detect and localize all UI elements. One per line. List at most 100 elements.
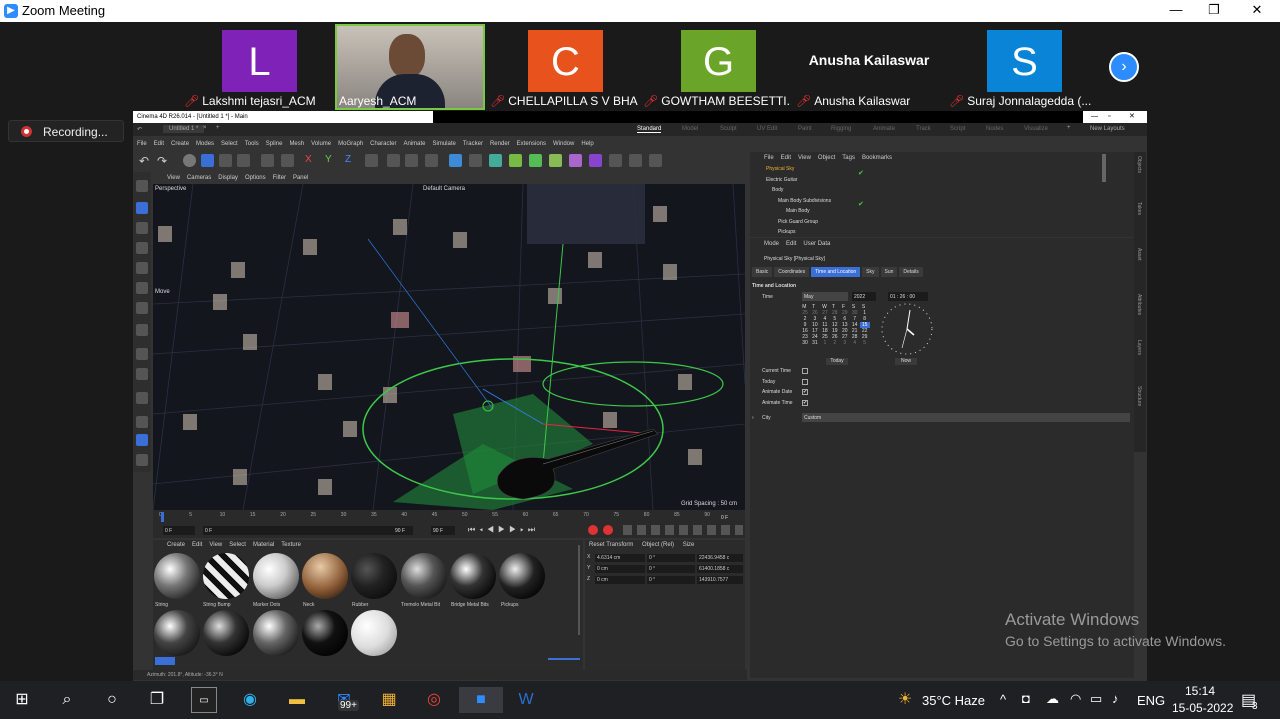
grid-icon[interactable] (136, 416, 148, 428)
meet-icon[interactable]: ◘ (1022, 691, 1030, 706)
menu-tools[interactable]: Tools (245, 141, 259, 147)
view-toggle[interactable] (155, 657, 175, 665)
coord-system-icon[interactable] (365, 154, 378, 167)
checkbox-row[interactable]: Animate Date ✔ (762, 389, 808, 400)
checkbox-row[interactable]: Animate Time ✔ (762, 399, 808, 411)
object-row[interactable]: Body (754, 187, 859, 198)
axis-icon[interactable] (136, 324, 148, 336)
material-bridge[interactable] (450, 553, 496, 599)
vp-menu-options[interactable]: Options (245, 175, 266, 181)
layout-standard[interactable]: Standard (637, 126, 662, 133)
object-row[interactable]: Main Body Subdivisions (754, 198, 859, 209)
redo-icon[interactable]: ↷ (157, 154, 170, 168)
vp-menu-panel[interactable]: Panel (293, 175, 308, 181)
mat-menu-view[interactable]: View (209, 542, 222, 548)
object-row[interactable]: Physical Sky (754, 166, 859, 177)
camera-icon[interactable] (629, 154, 642, 167)
obj-menu-bookmarks[interactable]: Bookmarks (862, 155, 892, 161)
render-icon[interactable] (405, 154, 418, 167)
material-string[interactable] (154, 553, 200, 599)
maximize-button[interactable]: ❐ (1199, 2, 1229, 18)
object-row[interactable]: Pick Guard Group (754, 219, 859, 230)
minimize-button[interactable]: — (1161, 2, 1191, 17)
battery-icon[interactable]: ▭ (1090, 691, 1102, 707)
calendar-day[interactable]: 5 (860, 340, 870, 346)
mat-menu-select[interactable]: Select (229, 542, 246, 548)
layout-visualize[interactable]: Visualize (1024, 126, 1048, 132)
playhead[interactable] (161, 512, 164, 522)
x-axis-icon[interactable]: X (305, 154, 318, 167)
scale-tool-icon[interactable] (237, 154, 250, 167)
frame-right-field[interactable]: 0 F (719, 513, 743, 522)
onedrive-icon[interactable]: ☁ (1046, 691, 1059, 707)
volume-icon[interactable]: ♪ (1112, 691, 1119, 706)
playback-controls[interactable]: ⏮◂◀▶▶▸⏭ (468, 525, 539, 535)
enabled-check-icon[interactable]: ✔ (858, 169, 864, 177)
frame-end-field-2[interactable]: 90 F (431, 526, 455, 535)
side-tab[interactable]: Layers (1136, 340, 1142, 355)
floor-icon[interactable] (609, 154, 622, 167)
side-tab[interactable]: Objects (1136, 156, 1142, 173)
c4d-close[interactable]: ✕ (1129, 111, 1135, 123)
transform-tool-icon[interactable] (261, 154, 274, 167)
locked-workplane-icon[interactable] (136, 454, 148, 466)
3d-viewport[interactable]: Perspective Default Camera Move Grid Spa… (153, 184, 745, 510)
obj-menu-file[interactable]: File (764, 155, 774, 161)
calendar-day[interactable]: 3 (840, 340, 850, 346)
material-pickups[interactable] (499, 553, 545, 599)
layout-paint[interactable]: Paint (798, 126, 812, 132)
mograph-icon[interactable] (549, 154, 562, 167)
add-layout-icon[interactable]: + (1067, 125, 1071, 131)
terminal-icon[interactable]: ▭ (191, 687, 217, 713)
menu-create[interactable]: Create (171, 141, 189, 147)
menu-modes[interactable]: Modes (196, 141, 214, 147)
material-9[interactable] (154, 610, 200, 656)
frame-start-field[interactable]: 0 F (163, 526, 195, 535)
participant-tile[interactable]: L 🎤︎ Lakshmi tejasri_ACM (182, 24, 332, 110)
obj-menu-view[interactable]: View (798, 155, 811, 161)
menu-tracker[interactable]: Tracker (463, 141, 483, 147)
checkbox[interactable] (802, 378, 808, 385)
participant-tile[interactable]: G 🎤︎ GOWTHAM BEESETTI... (641, 24, 791, 110)
checkbox[interactable]: ✔ (802, 389, 808, 395)
move-tool-icon[interactable] (201, 154, 214, 167)
layout-nodes[interactable]: Nodes (986, 126, 1003, 132)
menu-volume[interactable]: Volume (311, 141, 331, 147)
c4d-minimize[interactable]: — (1091, 111, 1098, 123)
model-mode-icon[interactable] (136, 202, 148, 214)
layout-uvedit[interactable]: UV Edit (757, 126, 777, 132)
store-icon[interactable]: ▦ (376, 687, 402, 713)
field-icon[interactable] (589, 154, 602, 167)
checkbox[interactable] (802, 368, 808, 374)
calendar-day[interactable]: 31 (810, 340, 820, 346)
tab-sun[interactable]: Sun (880, 267, 898, 277)
pen-icon[interactable] (469, 154, 482, 167)
object-row[interactable]: Electric Guitar (754, 177, 859, 188)
z-axis-icon[interactable]: Z (345, 154, 358, 167)
tab-sky[interactable]: Sky (862, 267, 879, 277)
deformer-icon[interactable] (569, 154, 582, 167)
undo-icon[interactable]: ↶ (139, 154, 152, 168)
year-field[interactable]: 2022 (852, 292, 876, 301)
menu-render[interactable]: Render (490, 141, 510, 147)
layout-animate[interactable]: Animate (873, 126, 895, 132)
city-expand-icon[interactable]: › (752, 415, 754, 421)
timeline[interactable]: 051015202530354045505560657075808590 0 F… (153, 510, 745, 538)
frame-end-field[interactable]: 90 F (393, 526, 417, 535)
calendar[interactable]: M T W T F S S 25 26 27 28 29 30 1 2 3 4 5 6 7 8 9 10 11 12 13 14 15… (800, 304, 870, 346)
menu-help[interactable]: Help (581, 141, 593, 147)
material-rubber[interactable] (351, 553, 397, 599)
magnet-icon[interactable] (136, 392, 148, 404)
vp-menu-filter[interactable]: Filter (273, 175, 286, 181)
render-settings-icon[interactable] (425, 154, 438, 167)
wifi-icon[interactable]: ◠ (1070, 691, 1081, 707)
word-icon[interactable]: W (513, 687, 539, 713)
live-select-icon[interactable] (183, 154, 196, 167)
show-hidden-icon[interactable]: ^ (1000, 692, 1006, 707)
search-icon[interactable]: ⌕ (54, 687, 80, 713)
menu-character[interactable]: Character (370, 141, 396, 147)
uv-mode-icon[interactable] (136, 302, 148, 314)
side-tab[interactable]: Asset (1136, 248, 1142, 261)
menu-file[interactable]: File (137, 141, 147, 147)
checkbox-row[interactable]: Current Time (762, 368, 808, 379)
